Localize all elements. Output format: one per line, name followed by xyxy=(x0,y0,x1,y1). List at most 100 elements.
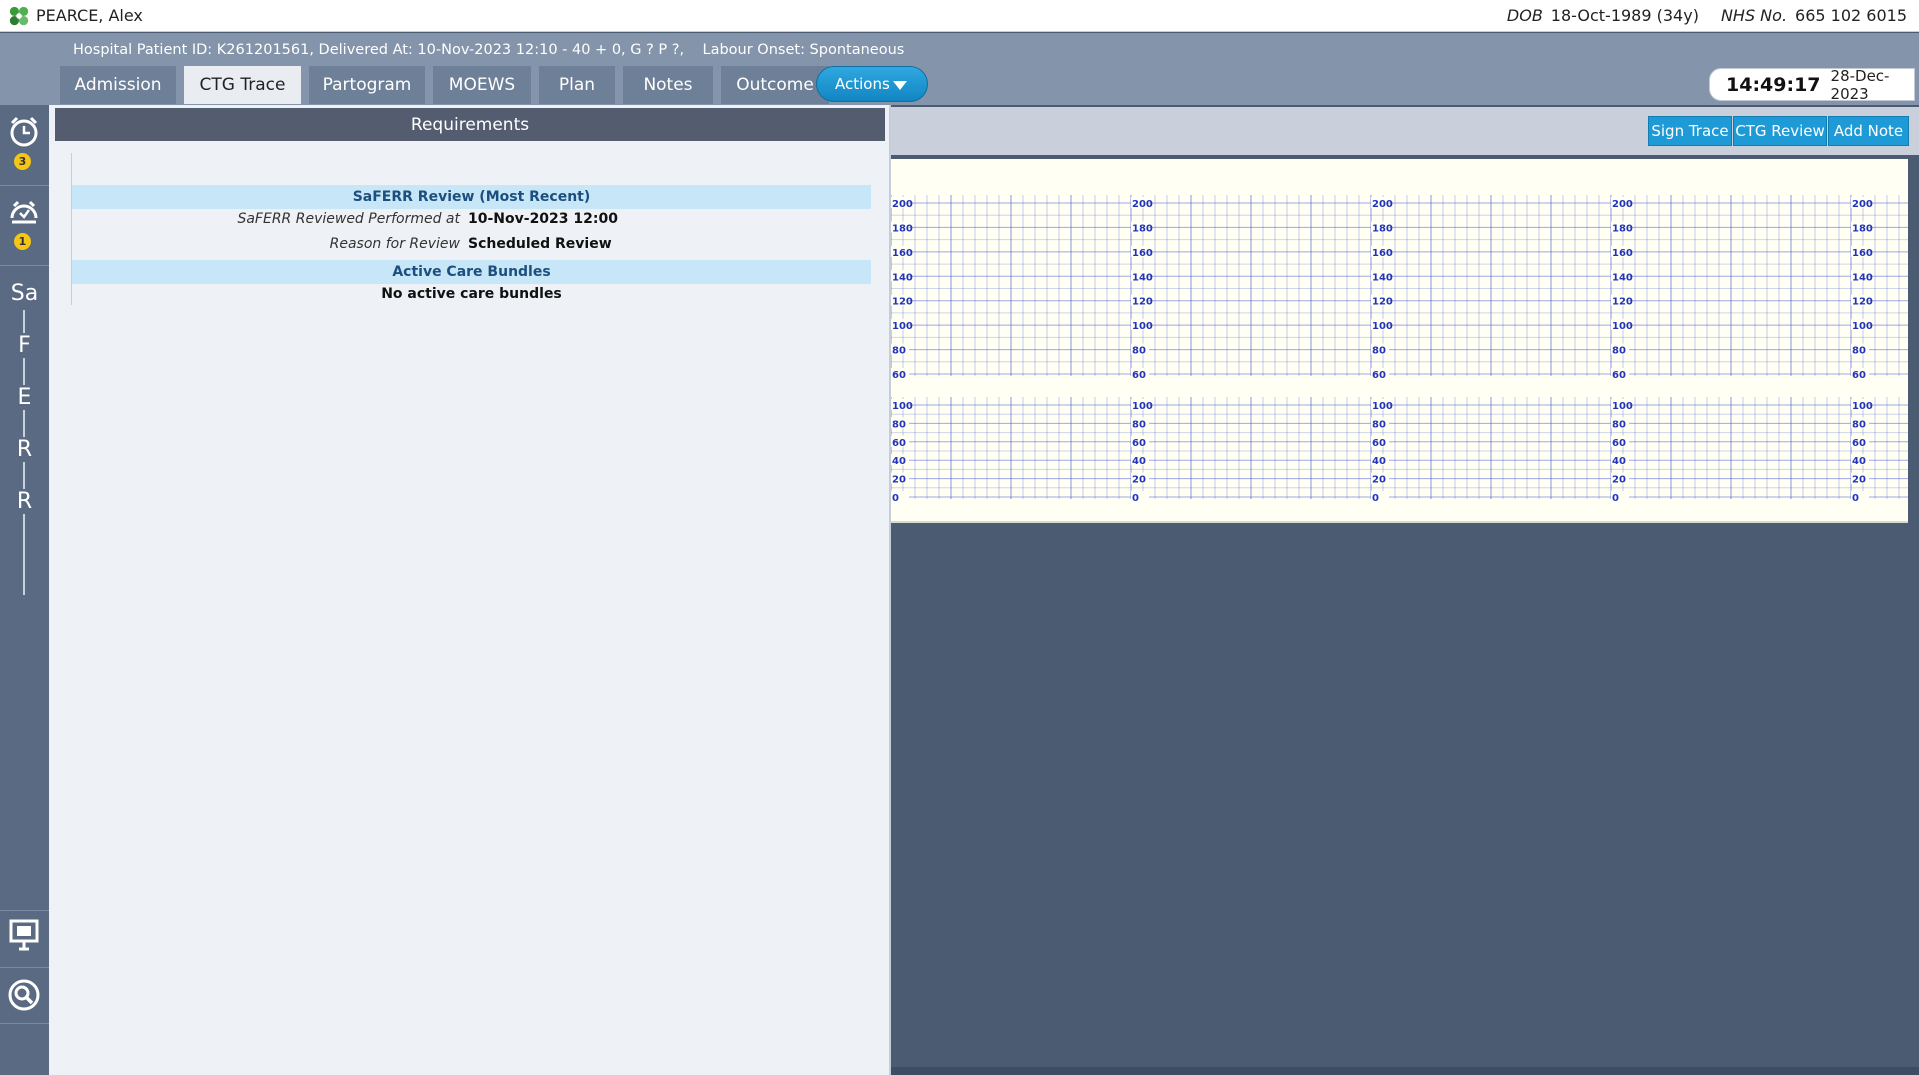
nhs-value: 665 102 6015 xyxy=(1795,6,1907,25)
ctg-grid: 2001801601401201008060200180160140120100… xyxy=(890,195,1908,504)
fhr-scale-label: 100 xyxy=(892,321,913,332)
bottom-scroll-strip xyxy=(891,1067,1919,1075)
fhr-scale-label: 180 xyxy=(1852,223,1873,234)
fhr-scale-label: 60 xyxy=(1132,370,1146,381)
actions-label: Actions xyxy=(835,75,890,93)
fhr-scale-label: 80 xyxy=(1852,346,1866,357)
ctg-review-button[interactable]: CTG Review xyxy=(1733,116,1827,146)
toco-scale-label: 100 xyxy=(1372,401,1393,412)
toco-scale-label: 0 xyxy=(1612,493,1619,504)
current-date: 28-Dec-2023 xyxy=(1830,66,1890,103)
toco-scale-label: 60 xyxy=(1372,438,1386,449)
fhr-scale-label: 180 xyxy=(892,223,913,234)
toco-scale-label: 20 xyxy=(892,475,906,486)
tab-ctg-trace[interactable]: CTG Trace xyxy=(184,66,301,104)
tab-moews[interactable]: MOEWS xyxy=(433,66,531,104)
toco-scale-label: 60 xyxy=(1612,438,1626,449)
toco-scale-label: 20 xyxy=(1852,475,1866,486)
fhr-scale-label: 200 xyxy=(1372,199,1393,210)
fhr-scale-label: 100 xyxy=(1612,321,1633,332)
saferr-step-e[interactable]: E xyxy=(0,385,49,410)
sidebar-divider xyxy=(0,1023,49,1024)
toco-scale-label: 0 xyxy=(892,493,899,504)
nhs-label: NHS No. xyxy=(1720,6,1788,25)
reason-label: Reason for Review xyxy=(329,236,460,252)
snooze-alarm-icon[interactable] xyxy=(6,197,42,233)
requirements-panel: Requirements SaFERR Review (Most Recent)… xyxy=(49,105,891,1075)
fhr-grid: 200 180 160 140 120 100 80 60 200 180 160 140 120 100… xyxy=(890,195,1908,381)
app-logo-icon xyxy=(9,6,29,25)
toco-scale-label: 80 xyxy=(1852,419,1866,430)
fhr-scale-label: 180 xyxy=(1132,223,1153,234)
fhr-scale-label: 60 xyxy=(1372,370,1386,381)
toco-scale-label: 100 xyxy=(1852,401,1873,412)
tab-plan[interactable]: Plan xyxy=(539,66,615,104)
fhr-scale-label: 160 xyxy=(1132,248,1153,259)
toco-scale-label: 40 xyxy=(892,456,906,467)
fhr-scale-label: 120 xyxy=(1132,297,1153,308)
toco-scale-label: 60 xyxy=(1852,438,1866,449)
search-icon[interactable] xyxy=(6,977,42,1013)
tab-label: Outcome xyxy=(736,75,814,95)
presentation-board-icon[interactable] xyxy=(6,917,42,953)
fhr-scale-label: 180 xyxy=(1612,223,1633,234)
sidebar-divider xyxy=(0,185,49,186)
actions-dropdown-button[interactable]: Actions xyxy=(816,66,928,102)
tab-outcome[interactable]: Outcome xyxy=(721,66,829,104)
fhr-scale-label: 140 xyxy=(1852,272,1873,283)
sign-trace-button[interactable]: Sign Trace xyxy=(1648,116,1732,146)
patient-banner: PEARCE, Alex DOB 18-Oct-1989 (34y) NHS N… xyxy=(0,0,1919,32)
fhr-scale-label: 140 xyxy=(1612,272,1633,283)
left-sidebar: 3 1 Sa F E R R xyxy=(0,105,49,1075)
toco-scale-label: 40 xyxy=(1852,456,1866,467)
saferr-step-f[interactable]: F xyxy=(0,333,49,358)
patient-name: PEARCE, Alex xyxy=(36,6,143,25)
requirements-title: Requirements xyxy=(55,108,885,141)
toco-scale-label: 80 xyxy=(1372,419,1386,430)
fhr-scale-label: 200 xyxy=(1852,199,1873,210)
sidebar-divider xyxy=(0,910,49,911)
sidebar-divider xyxy=(0,265,49,266)
tab-label: Plan xyxy=(558,75,596,95)
fhr-scale-label: 120 xyxy=(1372,297,1393,308)
fhr-scale-label: 140 xyxy=(892,272,913,283)
patient-identifiers: DOB 18-Oct-1989 (34y) NHS No. 665 102 60… xyxy=(1507,6,1907,25)
toco-scale-label: 0 xyxy=(1132,493,1139,504)
toco-scale-label: 80 xyxy=(1612,419,1626,430)
ctg-trace-paper[interactable]: 200 180 160 140 120 100 80 60 200 180 160 140 120 100… xyxy=(890,159,1908,523)
fhr-scale-label: 140 xyxy=(1372,272,1393,283)
toco-scale-label: 40 xyxy=(1612,456,1626,467)
alarm-clock-icon[interactable] xyxy=(6,114,42,150)
tab-label: MOEWS xyxy=(448,75,516,95)
fhr-scale-label: 160 xyxy=(1852,248,1873,259)
saferr-step-r2[interactable]: R xyxy=(0,489,49,514)
current-time: 14:49:17 xyxy=(1726,73,1821,96)
saferr-performed-row: SaFERR Reviewed Performed at 10-Nov-2023… xyxy=(72,211,871,233)
add-note-button[interactable]: Add Note xyxy=(1828,116,1909,146)
toco-scale-label: 0 xyxy=(1852,493,1859,504)
toco-scale-label: 100 xyxy=(1132,401,1153,412)
tab-admission[interactable]: Admission xyxy=(60,66,176,104)
toco-scale-label: 20 xyxy=(1132,475,1146,486)
care-bundles-empty-text: No active care bundles xyxy=(381,286,562,302)
care-bundles-header: Active Care Bundles xyxy=(72,260,871,284)
fhr-scale-label: 100 xyxy=(1852,321,1873,332)
alarm-count-badge: 3 xyxy=(14,153,31,170)
fhr-scale-label: 80 xyxy=(1612,346,1626,357)
sidebar-divider xyxy=(0,967,49,968)
fhr-scale-label: 80 xyxy=(1372,346,1386,357)
tab-partogram[interactable]: Partogram xyxy=(309,66,425,104)
tab-notes[interactable]: Notes xyxy=(623,66,713,104)
fhr-scale-label: 100 xyxy=(1372,321,1393,332)
saferr-step-r1[interactable]: R xyxy=(0,437,49,462)
fhr-scale-label: 140 xyxy=(1132,272,1153,283)
fhr-scale-label: 80 xyxy=(1132,346,1146,357)
fhr-scale-label: 160 xyxy=(892,248,913,259)
toco-scale-label: 0 xyxy=(1372,493,1379,504)
dob-label: DOB xyxy=(1506,6,1543,25)
reason-value: Scheduled Review xyxy=(468,236,612,252)
saferr-step-sa[interactable]: Sa xyxy=(0,281,49,306)
caret-down-icon xyxy=(893,81,907,90)
saferr-review-header: SaFERR Review (Most Recent) xyxy=(72,185,871,209)
toco-scale-label: 60 xyxy=(892,438,906,449)
